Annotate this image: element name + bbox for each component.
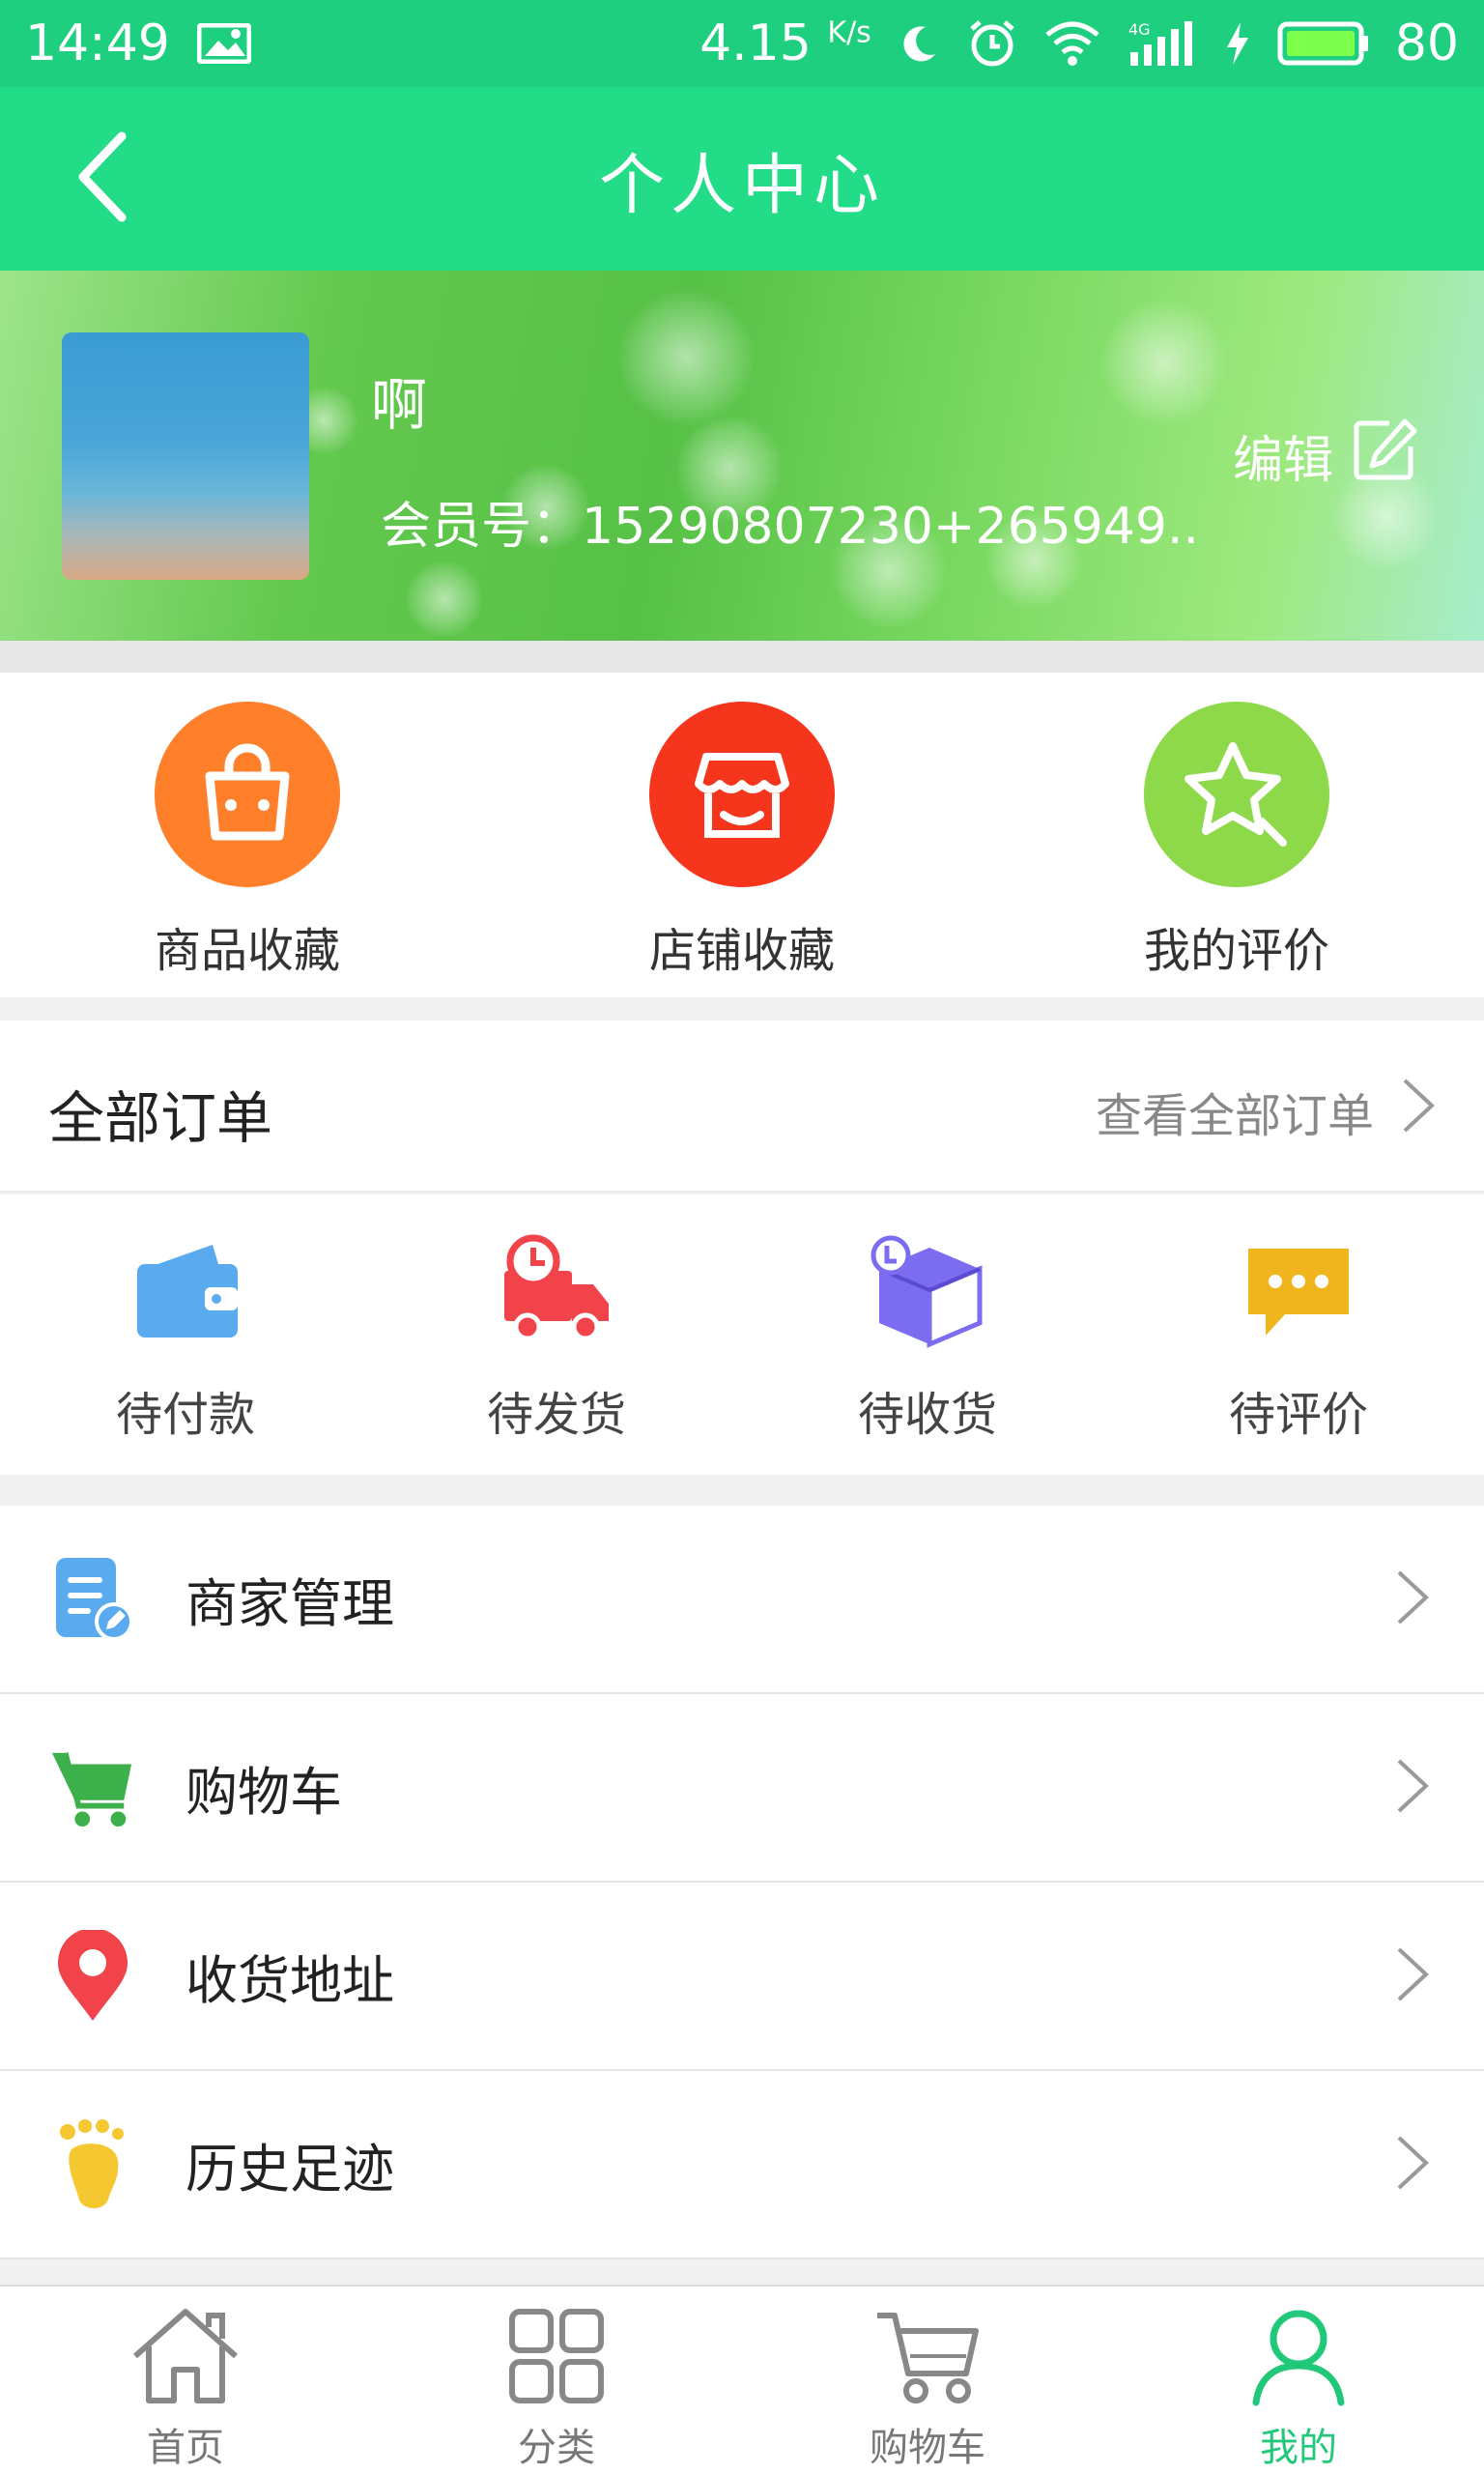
nav-mine[interactable]: 我的 (1202, 2306, 1395, 2472)
bokeh-decoration (406, 561, 483, 638)
chevron-right-icon (1395, 1568, 1430, 1630)
menu-label: 收货地址 (186, 1950, 394, 2011)
bokeh-decoration (1101, 300, 1227, 425)
nav-label: 分类 (518, 2426, 595, 2470)
cellular-signal-icon: 4G (1127, 19, 1198, 68)
back-arrow-icon (73, 130, 131, 227)
nav-category[interactable]: 分类 (460, 2306, 653, 2472)
battery-level: 80 (1394, 14, 1459, 72)
store-icon (649, 702, 835, 887)
home-icon (129, 2306, 242, 2410)
nav-home[interactable]: 首页 (89, 2306, 282, 2472)
member-id: 会员号：15290807230+265949.. (381, 498, 1200, 556)
pending-receipt-button[interactable]: 待收货 (802, 1229, 1053, 1444)
wifi-icon (1043, 19, 1101, 68)
separator (0, 641, 1484, 673)
edit-icon (1351, 416, 1418, 496)
profile-banner: 啊 会员号：15290807230+265949.. 编辑 (0, 271, 1484, 641)
title-bar: 个人中心 (0, 87, 1484, 271)
package-box-icon (865, 1229, 990, 1355)
favorite-label: 我的评价 (1143, 924, 1329, 978)
chevron-right-icon (1395, 1945, 1430, 2007)
delivery-truck-icon (494, 1229, 619, 1355)
pending-review-button[interactable]: 待评价 (1173, 1229, 1424, 1444)
document-edit-icon (50, 1551, 135, 1648)
nav-label: 首页 (147, 2426, 224, 2470)
user-nickname: 啊 (371, 372, 428, 438)
order-status-label: 待付款 (115, 1388, 255, 1442)
back-button[interactable] (54, 126, 151, 232)
bokeh-decoration (618, 290, 754, 425)
charging-icon (1223, 20, 1252, 67)
order-status-label: 待评价 (1228, 1388, 1368, 1442)
status-bar: 14:49 4.15 K/s 4G 80 (0, 0, 1484, 87)
store-favorites-button[interactable]: 店铺收藏 (597, 702, 887, 980)
favorite-label: 店铺收藏 (648, 924, 835, 978)
pending-shipment-button[interactable]: 待发货 (431, 1229, 682, 1444)
page-title: 个人中心 (598, 147, 885, 224)
order-status-row: 待付款 待发货 待收货 待评价 (0, 1194, 1484, 1475)
image-notification-icon (196, 23, 251, 64)
shipping-address-item[interactable]: 收货地址 (0, 1883, 1484, 2071)
favorites-row: 商品收藏 店铺收藏 我的评价 (0, 673, 1484, 997)
cart-icon (873, 2306, 982, 2410)
battery-icon (1277, 20, 1370, 67)
order-status-label: 待收货 (857, 1388, 997, 1442)
browsing-history-item[interactable]: 历史足迹 (0, 2071, 1484, 2259)
nav-label: 购物车 (870, 2426, 985, 2470)
footprint-icon (50, 2116, 135, 2213)
grid-icon (506, 2306, 607, 2410)
network-speed: 4.15 K/s (699, 14, 871, 72)
menu-list: 商家管理 购物车 收货地址 历史足迹 (0, 1506, 1484, 2259)
nav-cart[interactable]: 购物车 (831, 2306, 1024, 2472)
shopping-bag-icon (155, 702, 340, 887)
menu-label: 商家管理 (186, 1573, 394, 1634)
user-icon (1248, 2306, 1349, 2410)
moon-notification-icon (897, 21, 941, 66)
menu-label: 历史足迹 (186, 2139, 394, 2200)
alarm-icon (966, 17, 1018, 70)
edit-label: 编辑 (1233, 432, 1334, 490)
view-all-orders-label: 查看全部订单 (1095, 1089, 1374, 1143)
location-pin-icon (50, 1928, 135, 2025)
favorite-label: 商品收藏 (154, 924, 340, 978)
nav-label: 我的 (1260, 2426, 1337, 2470)
chevron-right-icon (1395, 1757, 1430, 1819)
edit-profile-button[interactable]: 编辑 (1233, 416, 1418, 496)
my-reviews-button[interactable]: 我的评价 (1092, 702, 1382, 980)
menu-label: 购物车 (186, 1762, 342, 1823)
order-status-label: 待发货 (486, 1388, 626, 1442)
chevron-right-icon (1401, 1077, 1436, 1146)
clock-text: 14:49 (25, 14, 170, 72)
bottom-navigation: 首页 分类 购物车 我的 (0, 2285, 1484, 2474)
pending-payment-button[interactable]: 待付款 (60, 1229, 311, 1444)
wallet-icon (123, 1229, 248, 1355)
view-all-orders-link[interactable]: 查看全部订单 (1096, 1077, 1436, 1146)
svg-text:4G: 4G (1128, 20, 1151, 39)
avatar[interactable] (62, 332, 309, 580)
shopping-cart-icon (50, 1740, 135, 1836)
product-favorites-button[interactable]: 商品收藏 (102, 702, 392, 980)
chevron-right-icon (1395, 2134, 1430, 2196)
star-search-icon (1144, 702, 1329, 887)
shopping-cart-item[interactable]: 购物车 (0, 1694, 1484, 1883)
merchant-management-item[interactable]: 商家管理 (0, 1506, 1484, 1694)
orders-header: 全部订单 查看全部订单 (0, 1021, 1484, 1193)
chat-bubble-icon (1236, 1229, 1361, 1355)
orders-title: 全部订单 (48, 1085, 273, 1151)
